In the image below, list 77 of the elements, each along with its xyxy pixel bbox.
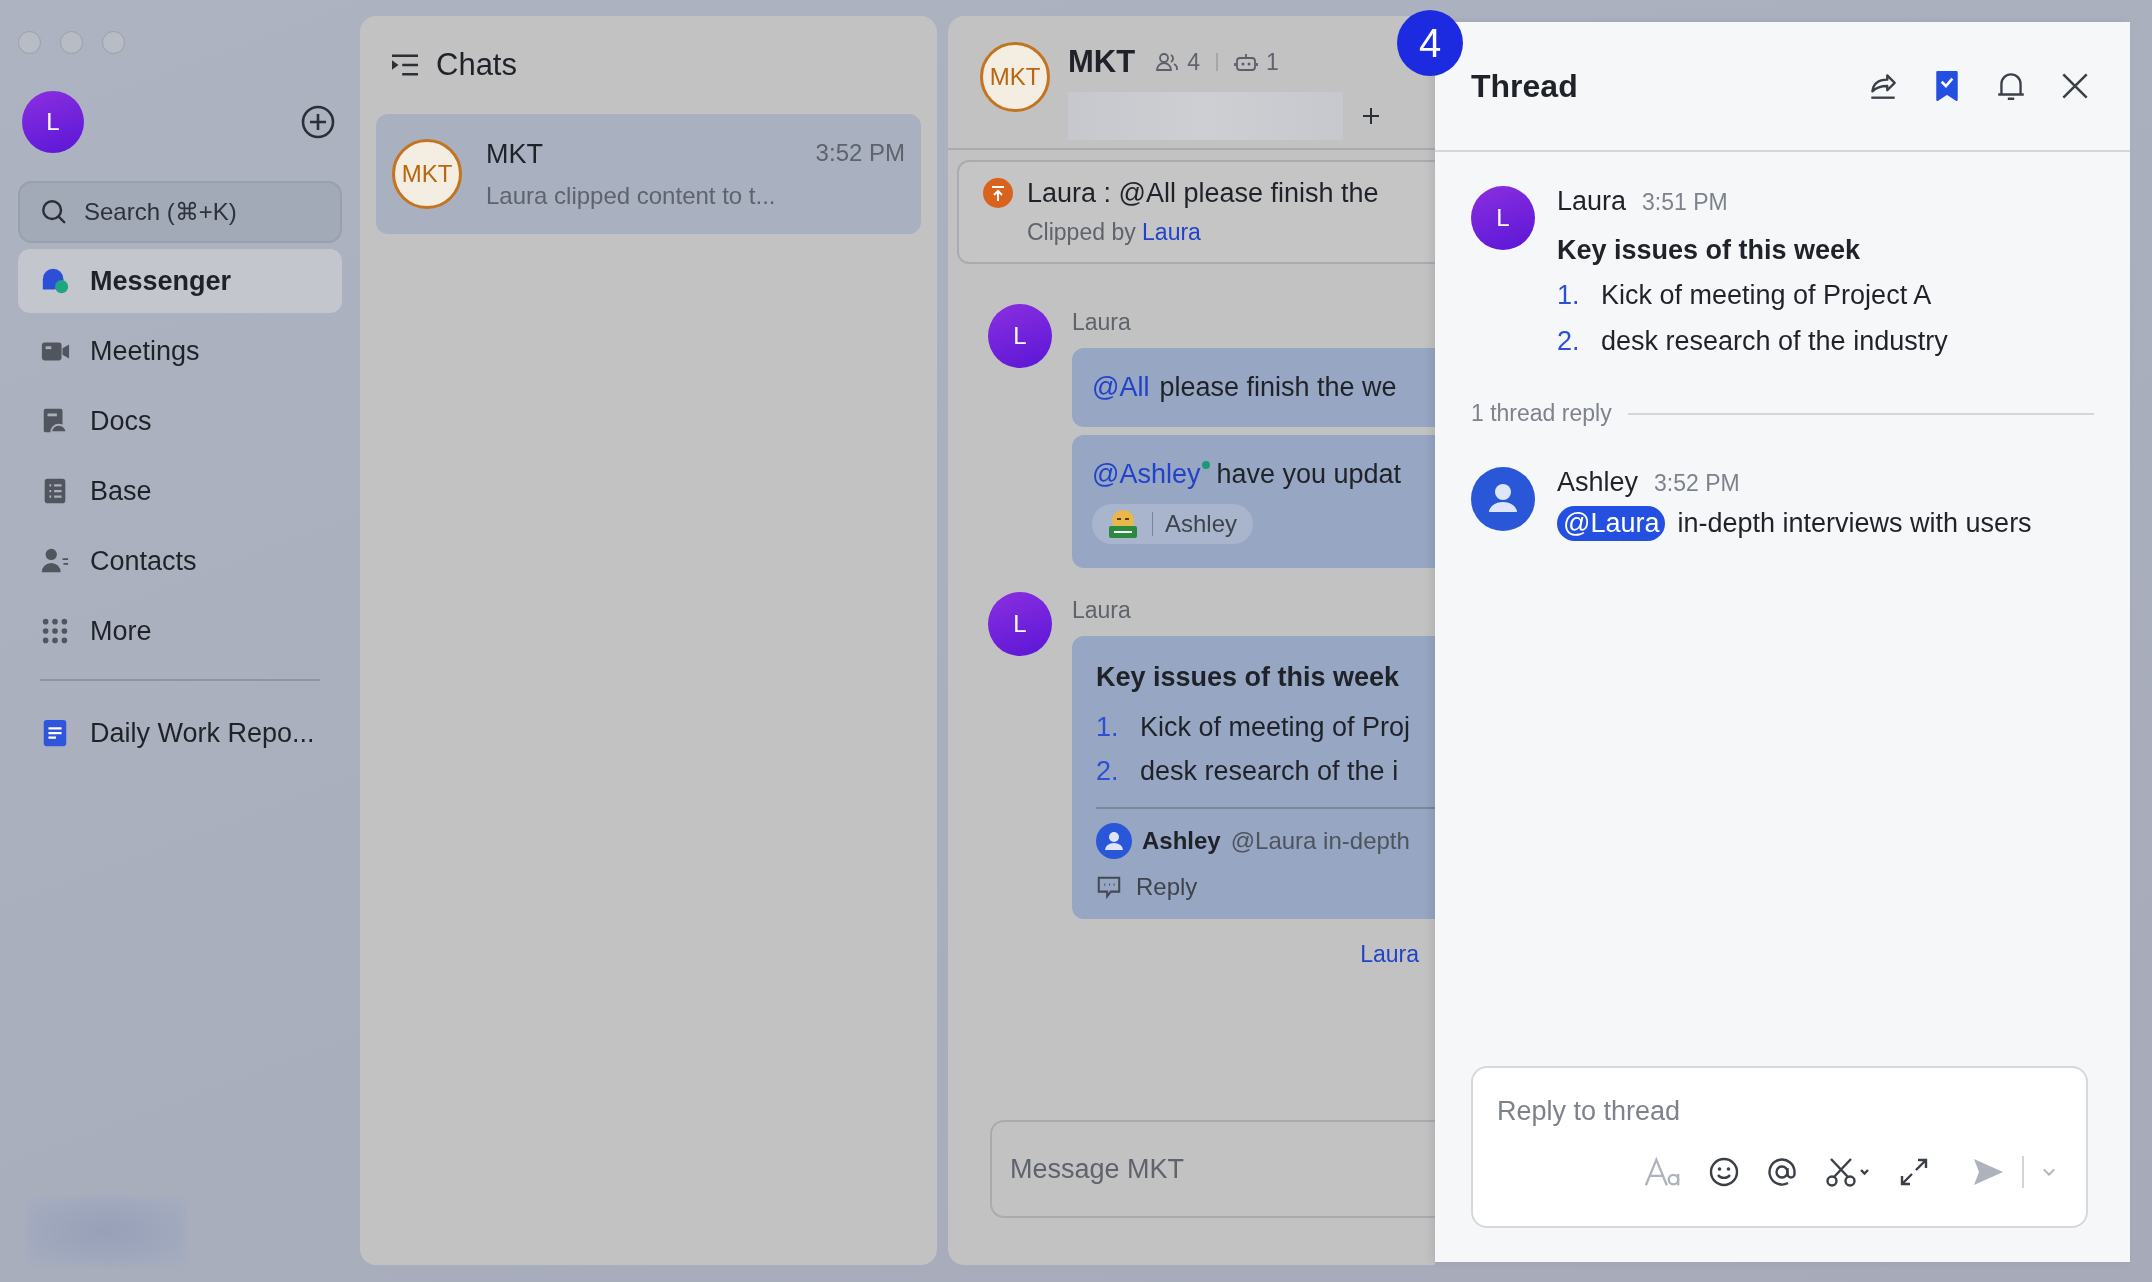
done-sticker-icon — [1106, 508, 1140, 540]
comment-icon — [1096, 874, 1122, 900]
sender-name: Ashley — [1557, 467, 1639, 498]
close-window-dot[interactable] — [18, 31, 41, 54]
minimize-window-dot[interactable] — [60, 31, 83, 54]
panel-title: Thread — [1471, 67, 1578, 105]
nav-item[interactable]: Docs — [18, 389, 342, 453]
message-time: 3:51 PM — [1642, 189, 1728, 216]
reply-count: 1 thread reply — [1471, 400, 1612, 427]
emoji-icon[interactable] — [1708, 1156, 1740, 1188]
chat-title: MKT — [1068, 44, 1136, 80]
nav-item[interactable]: Contacts — [18, 529, 342, 593]
robot-icon — [1233, 52, 1258, 72]
bot-count: 1 — [1265, 48, 1279, 76]
list-number: 2. — [1557, 325, 1581, 358]
panel-title: Chats — [436, 47, 517, 83]
reply-field[interactable]: Reply to thread — [1473, 1068, 2086, 1136]
list-number: 1. — [1096, 711, 1120, 744]
profile-avatar[interactable]: L — [22, 91, 84, 153]
dot-grid-icon — [40, 616, 70, 646]
chat-time: 3:52 PM — [815, 138, 905, 168]
post-title: Key issues of this week — [1557, 235, 1862, 266]
list-item-text: desk research of the industry — [1601, 325, 1948, 358]
mention-icon[interactable] — [1766, 1156, 1798, 1188]
list-item-text: Kick of meeting of Project A — [1601, 279, 1932, 312]
list-item-text: desk research of the i — [1140, 755, 1399, 788]
reaction-chip[interactable]: Ashley — [1092, 504, 1254, 544]
user-avatar: L — [988, 592, 1052, 656]
message-text: in-depth interviews with users — [1677, 508, 2032, 539]
mention-tag[interactable]: @Laura — [1557, 506, 1666, 541]
message-text: please finish the we — [1159, 372, 1397, 403]
add-tab-icon[interactable] — [1361, 106, 1381, 126]
user-avatar: L — [1471, 186, 1535, 250]
chat-preview: Laura clipped content to t... — [486, 181, 777, 210]
user-avatar: L — [988, 304, 1052, 368]
group-avatar: MKT — [392, 139, 462, 209]
search-input[interactable]: Search (⌘+K) — [82, 197, 326, 227]
message-text: have you updat — [1216, 459, 1402, 490]
search-field[interactable]: Search (⌘+K) — [18, 181, 342, 243]
chat-bubble-icon — [40, 266, 70, 296]
list-number: 2. — [1096, 755, 1120, 788]
members-icon — [1155, 52, 1180, 72]
message-field[interactable]: Message MKT — [990, 1120, 1435, 1218]
user-link[interactable]: Laura — [1142, 219, 1201, 245]
group-avatar: MKT — [980, 42, 1050, 112]
expand-icon[interactable] — [1898, 1156, 1930, 1188]
user-link[interactable]: Laura — [1360, 941, 1419, 968]
chat-name: MKT — [486, 138, 543, 170]
list-item-text: Kick of meeting of Proj — [1140, 711, 1411, 744]
user-avatar-icon — [1471, 467, 1535, 531]
user-avatar-icon — [1096, 823, 1132, 859]
reply-author: Ashley — [1142, 827, 1221, 855]
pinned-text: Laura : @All please finish the — [1027, 178, 1379, 209]
pinned-message-card[interactable]: Laura : @All please finish the Clipped by Laura — [957, 160, 1435, 264]
reply-button[interactable]: Reply — [1096, 873, 1198, 901]
scissors-icon[interactable] — [1824, 1156, 1872, 1188]
clipped-by-text: Clipped by Laura — [1027, 219, 1202, 246]
post-title: Key issues of this week — [1096, 662, 1401, 693]
list-toggle-icon[interactable] — [390, 52, 420, 78]
nav-item[interactable]: Meetings — [18, 319, 342, 383]
nav-item[interactable]: More — [18, 599, 342, 663]
sender-name: Laura — [1072, 308, 1132, 337]
chat-list-item[interactable]: MKT MKT 3:52 PM Laura clipped content to t... — [376, 114, 921, 234]
nav-item[interactable]: Messenger — [18, 249, 342, 313]
reply-field[interactable]: Reply to thread — [1471, 1066, 2088, 1228]
message-time: 3:52 PM — [1654, 470, 1740, 497]
nav-item[interactable]: Base — [18, 459, 342, 523]
reply-preview-text: @Laura in-depth — [1230, 827, 1410, 855]
search-icon — [40, 198, 68, 226]
pin-icon — [983, 178, 1013, 208]
sender-name: Laura — [1557, 186, 1627, 217]
nav-item[interactable]: Daily Work Repo... — [18, 701, 342, 765]
zoom-window-dot[interactable] — [102, 31, 125, 54]
list-number: 1. — [1557, 279, 1581, 312]
add-icon[interactable] — [300, 104, 336, 140]
sender-name: Laura — [1072, 596, 1132, 625]
member-count: 4 — [1187, 48, 1200, 76]
